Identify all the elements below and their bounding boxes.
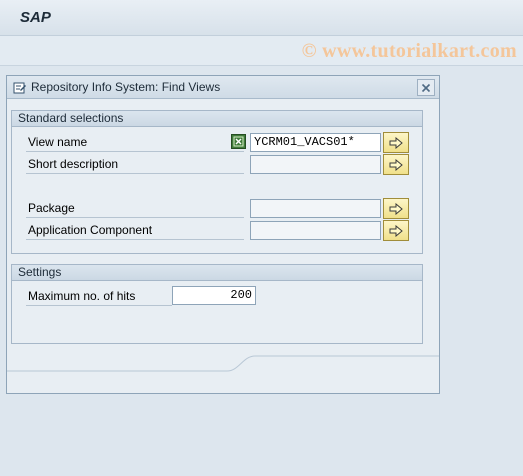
view-name-input[interactable]: YCRM01_VACS01* [250,133,381,152]
short-description-label: Short description [28,157,119,171]
application-component-multiple-selection-button[interactable] [383,220,409,241]
max-hits-label: Maximum no. of hits [28,289,136,303]
view-name-multiple-selection-button[interactable] [383,132,409,153]
title-bar: SAP [0,0,523,36]
dialog-title: Repository Info System: Find Views [31,80,221,94]
view-name-label: View name [28,135,88,149]
close-icon [421,83,431,92]
multiple-selection-arrow-icon [389,158,403,171]
application-component-label: Application Component [28,223,153,237]
dialog-header: Repository Info System: Find Views [7,76,439,99]
standard-selections-header: Standard selections [12,111,422,127]
application-component-row: Application Component [26,220,244,240]
view-name-row: View name [26,132,244,152]
multiple-selection-arrow-icon [389,202,403,215]
short-description-input[interactable] [250,155,381,174]
short-description-row: Short description [26,154,244,174]
dialog-edit-icon [13,81,27,95]
multiple-selection-arrow-icon [389,224,403,237]
package-input[interactable] [250,199,381,218]
watermark: © www.tutorialkart.com [301,40,517,62]
settings-group: Settings Maximum no. of hits 200 [11,264,423,344]
max-hits-row: Maximum no. of hits [26,286,172,306]
find-views-dialog: Repository Info System: Find Views Stand… [6,75,440,394]
settings-header: Settings [12,265,422,281]
selection-option-icon[interactable] [231,134,246,149]
package-multiple-selection-button[interactable] [383,198,409,219]
package-row: Package [26,198,244,218]
application-component-input[interactable] [250,221,381,240]
standard-selections-group: Standard selections View name YCRM01_VAC… [11,110,423,254]
short-description-multiple-selection-button[interactable] [383,154,409,175]
close-button[interactable] [417,79,435,96]
multiple-selection-arrow-icon [389,136,403,149]
app-title: SAP [20,9,51,26]
dialog-footer-curve [7,355,439,372]
max-hits-input[interactable]: 200 [172,286,256,305]
package-label: Package [28,201,75,215]
